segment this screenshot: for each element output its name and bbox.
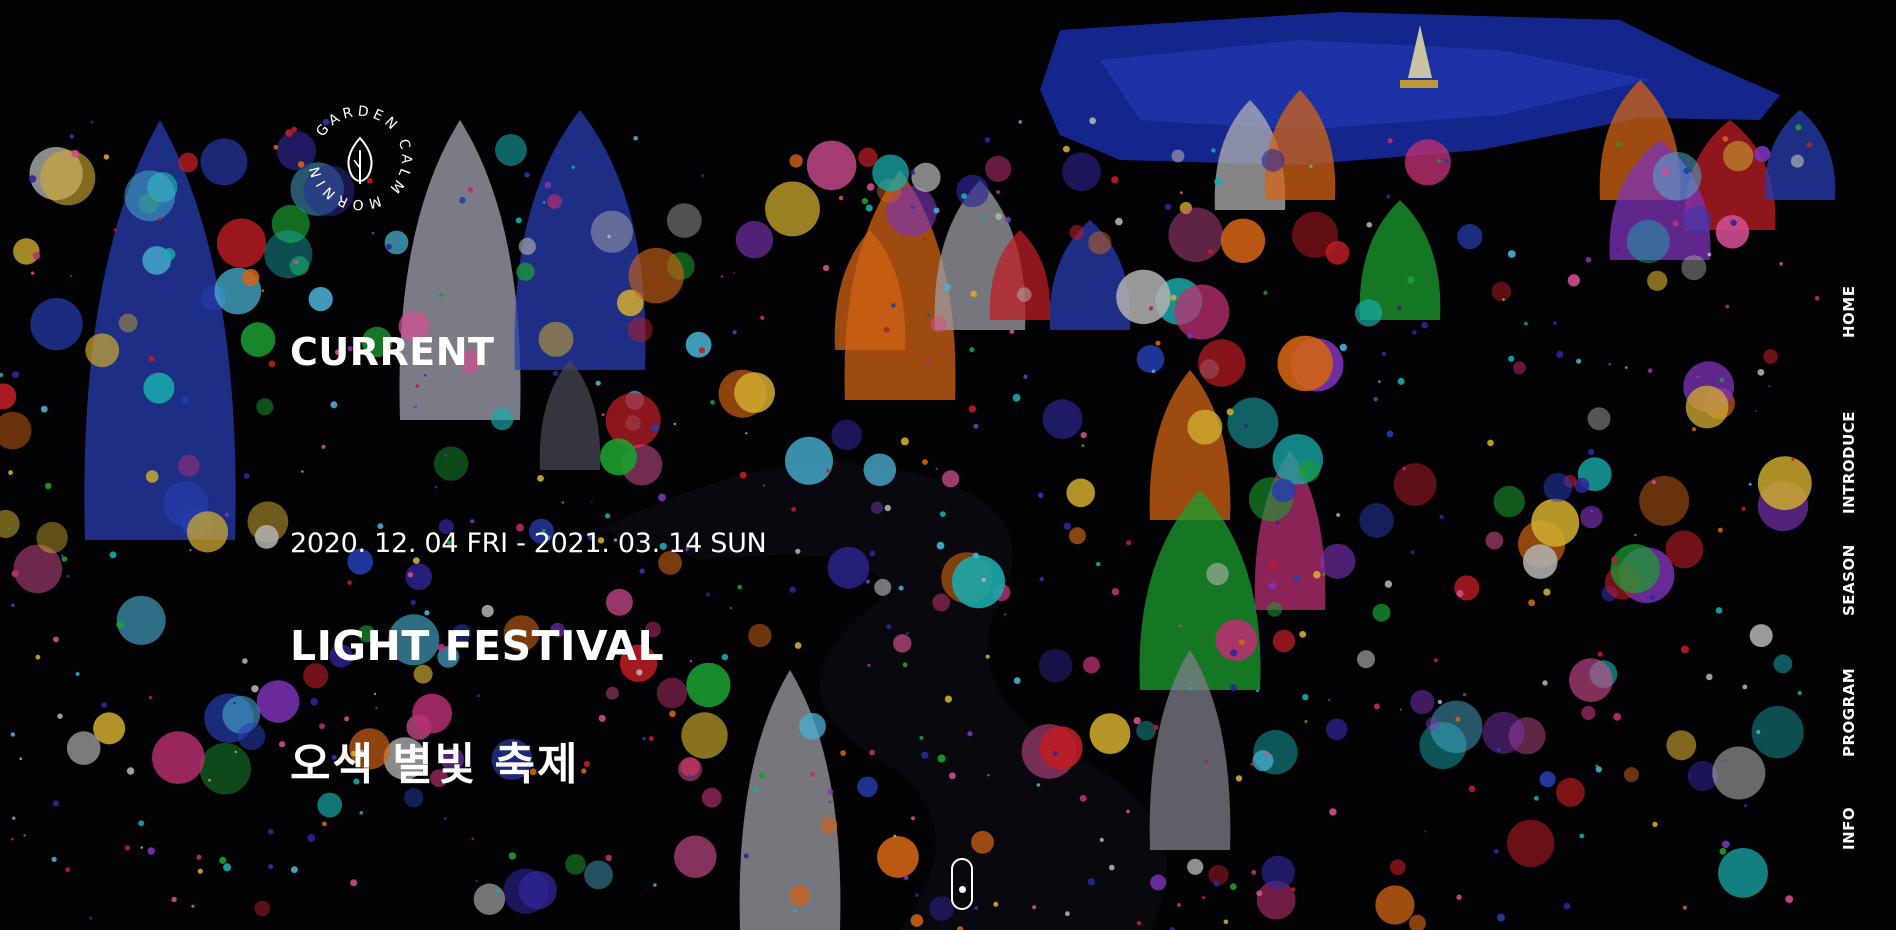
nav-item-home[interactable]: HOME [1820,282,1860,338]
mouse-scroll-icon[interactable] [951,858,973,910]
garden-logo[interactable]: GARDEN CALM MORNING [293,86,420,216]
event-title-english: LIGHT FESTIVAL [290,622,665,670]
nav-item-introduce[interactable]: INTRODUCE [1820,411,1860,514]
vertical-side-nav: HOME INTRODUCE SEASON PROGRAM INFO [1820,0,1860,930]
nav-item-info[interactable]: INFO [1820,807,1860,850]
event-date-range: 2020. 12. 04 FRI - 2021. 03. 14 SUN [290,528,767,559]
scroll-wheel-dot [959,886,966,893]
logo-brand-text: GARDEN CALM MORNING [300,98,414,212]
section-label: CURRENT [290,330,495,374]
nav-item-season[interactable]: SEASON [1820,544,1860,616]
hero-section: GARDEN CALM MORNING CURRENT 2020. 12. 04… [0,0,1896,930]
hero-background-image [0,0,1896,930]
leaf-icon [347,136,373,184]
nav-item-program[interactable]: PROGRAM [1820,668,1860,757]
event-title-korean: 오색 별빛 축제 [290,739,580,790]
